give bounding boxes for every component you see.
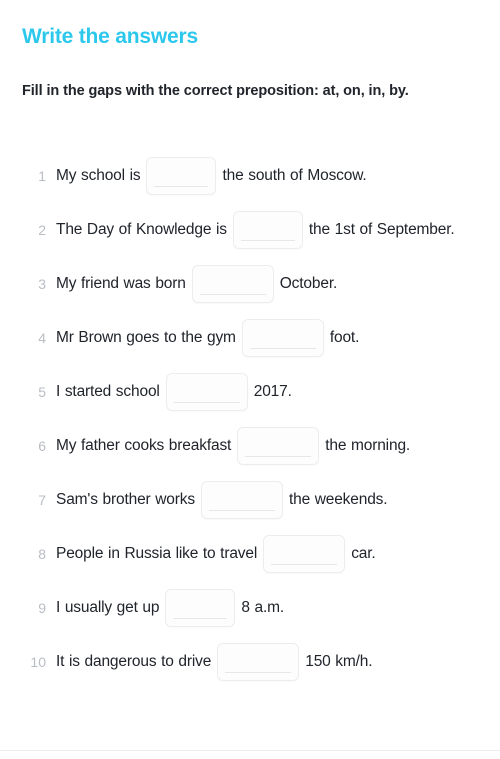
question-text: My friend was born October.: [46, 265, 482, 303]
answer-blank-wrapper: [231, 427, 325, 465]
question-number: 10: [30, 654, 46, 670]
question-text: Sam's brother works the weekends.: [46, 481, 482, 519]
question-row: 3 My friend was born October.: [0, 265, 500, 305]
question-text-before-blank: I started school: [56, 383, 160, 401]
question-text-after-blank: 150 km/h.: [305, 653, 373, 671]
question-text-after-blank: foot.: [329, 329, 360, 347]
exercise-page: Write the answers Fill in the gaps with …: [0, 0, 500, 759]
footer-divider: [0, 750, 500, 751]
question-text: My father cooks breakfast the morning.: [46, 427, 482, 465]
answer-blank-wrapper: [186, 265, 280, 303]
answer-blank-wrapper: [159, 589, 241, 627]
question-number: 4: [38, 330, 46, 346]
answer-input[interactable]: [191, 265, 274, 303]
answer-blank-wrapper: [140, 157, 222, 195]
question-text-before-blank: The Day of Knowledge is: [56, 221, 227, 239]
question-text-after-blank: the south of Moscow.: [222, 167, 367, 185]
question-row: 2 The Day of Knowledge is the 1st of Septe…: [0, 211, 500, 251]
answer-input[interactable]: [237, 427, 320, 465]
question-number: 2: [38, 222, 46, 238]
question-number: 5: [38, 384, 46, 400]
question-text-before-blank: I usually get up: [56, 599, 160, 617]
question-row: 1 My school is the south of Moscow.: [0, 157, 500, 197]
question-text-before-blank: It is dangerous to drive: [56, 653, 212, 671]
question-text-before-blank: My father cooks breakfast: [56, 437, 232, 455]
answer-input[interactable]: [241, 319, 324, 357]
question-text: I started school 2017.: [46, 373, 482, 411]
question-text-before-blank: My school is: [56, 167, 141, 185]
answer-blank-wrapper: [195, 481, 289, 519]
question-list: 1 My school is the south of Moscow. 2 The Da…: [0, 157, 500, 697]
question-number: 7: [38, 492, 46, 508]
question-text-after-blank: October.: [279, 275, 338, 293]
question-text-after-blank: 2017.: [253, 383, 292, 401]
question-number: 8: [38, 546, 46, 562]
question-text: The Day of Knowledge is the 1st of Septem…: [46, 211, 482, 249]
question-text-before-blank: Mr Brown goes to the gym: [56, 329, 236, 347]
question-number: 6: [38, 438, 46, 454]
answer-input[interactable]: [263, 535, 346, 573]
question-row: 5 I started school 2017.: [0, 373, 500, 413]
answer-blank-wrapper: [160, 373, 254, 411]
question-text: My school is the south of Moscow.: [46, 157, 482, 195]
question-row: 7 Sam's brother works the weekends.: [0, 481, 500, 521]
answer-input[interactable]: [217, 643, 300, 681]
answer-input[interactable]: [165, 373, 248, 411]
question-text: People in Russia like to travel car.: [46, 535, 482, 573]
answer-blank-wrapper: [236, 319, 330, 357]
answer-input[interactable]: [165, 589, 236, 627]
question-row: 9 I usually get up 8 a.m.: [0, 589, 500, 629]
question-number: 1: [38, 168, 46, 184]
answer-input[interactable]: [232, 211, 303, 249]
answer-blank-wrapper: [211, 643, 305, 681]
question-text-after-blank: car.: [351, 545, 376, 563]
answer-input[interactable]: [146, 157, 217, 195]
question-row: 10 It is dangerous to drive 150 km/h.: [0, 643, 500, 683]
question-row: 6 My father cooks breakfast the morning.: [0, 427, 500, 467]
task-instructions: Fill in the gaps with the correct prepos…: [22, 83, 409, 99]
question-text: It is dangerous to drive 150 km/h.: [46, 643, 482, 681]
question-text: I usually get up 8 a.m.: [46, 589, 482, 627]
answer-blank-wrapper: [227, 211, 309, 249]
question-text-before-blank: Sam's brother works: [56, 491, 195, 509]
question-text-before-blank: People in Russia like to travel: [56, 545, 258, 563]
question-text-after-blank: the 1st of September.: [308, 221, 455, 239]
question-row: 8 People in Russia like to travel car.: [0, 535, 500, 575]
question-number: 9: [38, 600, 46, 616]
answer-blank-wrapper: [257, 535, 351, 573]
page-title: Write the answers: [22, 25, 198, 48]
answer-input[interactable]: [200, 481, 283, 519]
question-text-after-blank: the morning.: [325, 437, 411, 455]
question-number: 3: [38, 276, 46, 292]
question-row: 4 Mr Brown goes to the gym foot.: [0, 319, 500, 359]
question-text-before-blank: My friend was born: [56, 275, 186, 293]
question-text-after-blank: 8 a.m.: [241, 599, 285, 617]
question-text-after-blank: the weekends.: [288, 491, 388, 509]
question-text: Mr Brown goes to the gym foot.: [46, 319, 482, 357]
